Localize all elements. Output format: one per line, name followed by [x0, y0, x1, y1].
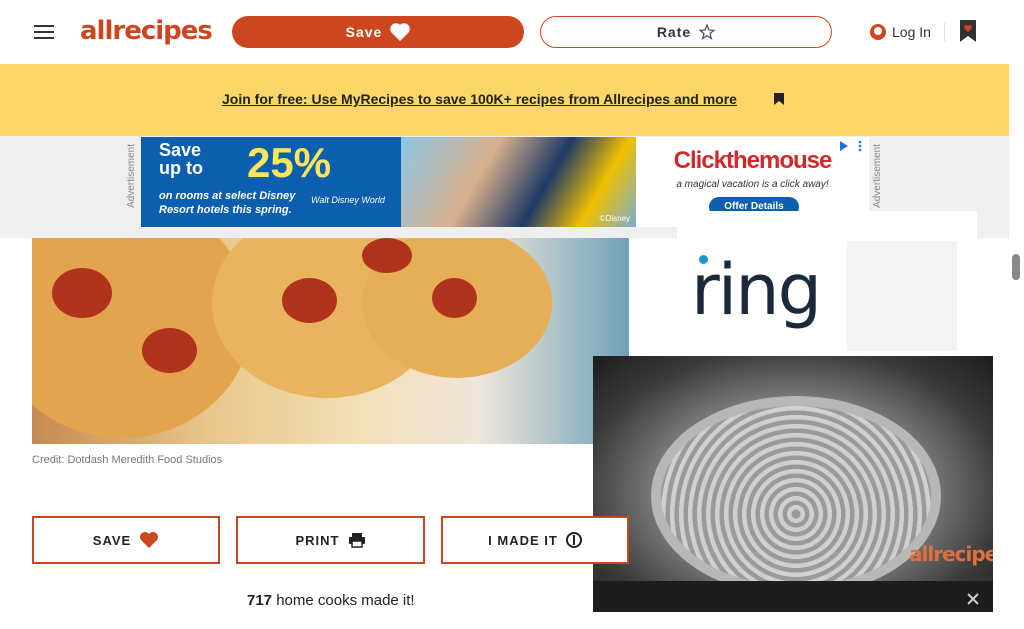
print-icon: [348, 532, 366, 548]
site-header: allrecipes Save Rate Log In: [0, 0, 1009, 64]
video-close-button[interactable]: [964, 590, 982, 608]
ad-family-photo: ©Disney: [401, 137, 636, 227]
close-icon: [772, 91, 786, 107]
ad-promo-line2: Resort hotels this spring.: [159, 204, 292, 216]
ad-save-line1: Save: [159, 140, 202, 160]
ad-choices-icon[interactable]: [838, 140, 864, 152]
recipe-hero-image: [32, 238, 629, 444]
heart-icon: [139, 531, 159, 549]
ad-promo-line1: on rooms at select Disney: [159, 190, 296, 202]
star-icon: [699, 24, 716, 40]
ad-partner-logo: Walt Disney World: [311, 195, 385, 205]
save-button-label: Save: [345, 24, 383, 40]
ad-brand-logo: Clickthemouse: [673, 147, 833, 174]
steamer-basket: [651, 396, 941, 581]
hands-icon: [565, 532, 582, 548]
made-it-label: I MADE IT: [488, 532, 558, 548]
ad-promo-text: on rooms at select Disney Resort hotels …: [159, 189, 295, 217]
ad-copyright: ©Disney: [599, 214, 630, 223]
login-link[interactable]: Log In: [870, 20, 931, 44]
pepperoni: [362, 238, 412, 273]
myrecipes-signup-link[interactable]: Join for free: Use MyRecipes to save 100…: [222, 91, 737, 107]
video-control-bar: [593, 581, 993, 612]
made-it-number: 717: [247, 592, 273, 609]
ad-save-line2: up to: [159, 158, 203, 178]
saved-recipes-button[interactable]: [956, 18, 980, 44]
save-label: SAVE: [92, 532, 132, 548]
menu-icon-bar: [34, 31, 54, 33]
made-it-count: 717 home cooks made it!: [247, 592, 415, 609]
print-label: PRINT: [295, 532, 340, 548]
ring-brand: ring: [691, 249, 822, 331]
site-logo[interactable]: allrecipes: [80, 16, 213, 46]
menu-icon-bar: [34, 37, 54, 39]
video-player[interactable]: allrecipes: [593, 356, 993, 581]
menu-button[interactable]: [32, 20, 56, 44]
ad-promo-panel: Save up to 25% on rooms at select Disney…: [141, 137, 401, 227]
ad-tagline: a magical vacation is a click away!: [676, 179, 829, 190]
pepperoni: [52, 268, 112, 318]
close-icon: [964, 590, 982, 608]
scrollbar-thumb[interactable]: [1012, 254, 1020, 280]
header-divider: [944, 22, 945, 42]
video-watermark: allrecipes: [909, 542, 993, 566]
ad-label-left: Advertisement: [126, 144, 137, 208]
pepperoni: [282, 278, 337, 323]
ring-logo: ring: [691, 249, 822, 331]
bookmark-heart-icon: [956, 18, 980, 44]
ad-label-right: Advertisement: [872, 144, 883, 208]
user-icon: [870, 24, 886, 40]
save-button[interactable]: SAVE: [32, 516, 220, 564]
heart-icon: [390, 23, 411, 41]
login-label: Log In: [892, 24, 931, 40]
ad-percent: 25%: [247, 139, 332, 186]
banner-close-button[interactable]: [772, 91, 786, 107]
ring-products-image: [847, 241, 957, 351]
ring-logo-dot: [699, 255, 708, 264]
pepperoni: [432, 278, 477, 318]
save-recipe-button[interactable]: Save: [232, 16, 524, 48]
menu-icon-bar: [34, 25, 54, 27]
pepperoni: [142, 328, 197, 373]
ad-save-text: Save up to: [159, 141, 203, 177]
print-button[interactable]: PRINT: [236, 516, 425, 564]
made-it-text: home cooks made it!: [276, 592, 415, 609]
photo-credit: Credit: Dotdash Meredith Food Studios: [32, 454, 223, 466]
i-made-it-button[interactable]: I MADE IT: [441, 516, 629, 564]
rate-button-label: Rate: [656, 24, 692, 40]
rate-recipe-button[interactable]: Rate: [540, 16, 832, 48]
